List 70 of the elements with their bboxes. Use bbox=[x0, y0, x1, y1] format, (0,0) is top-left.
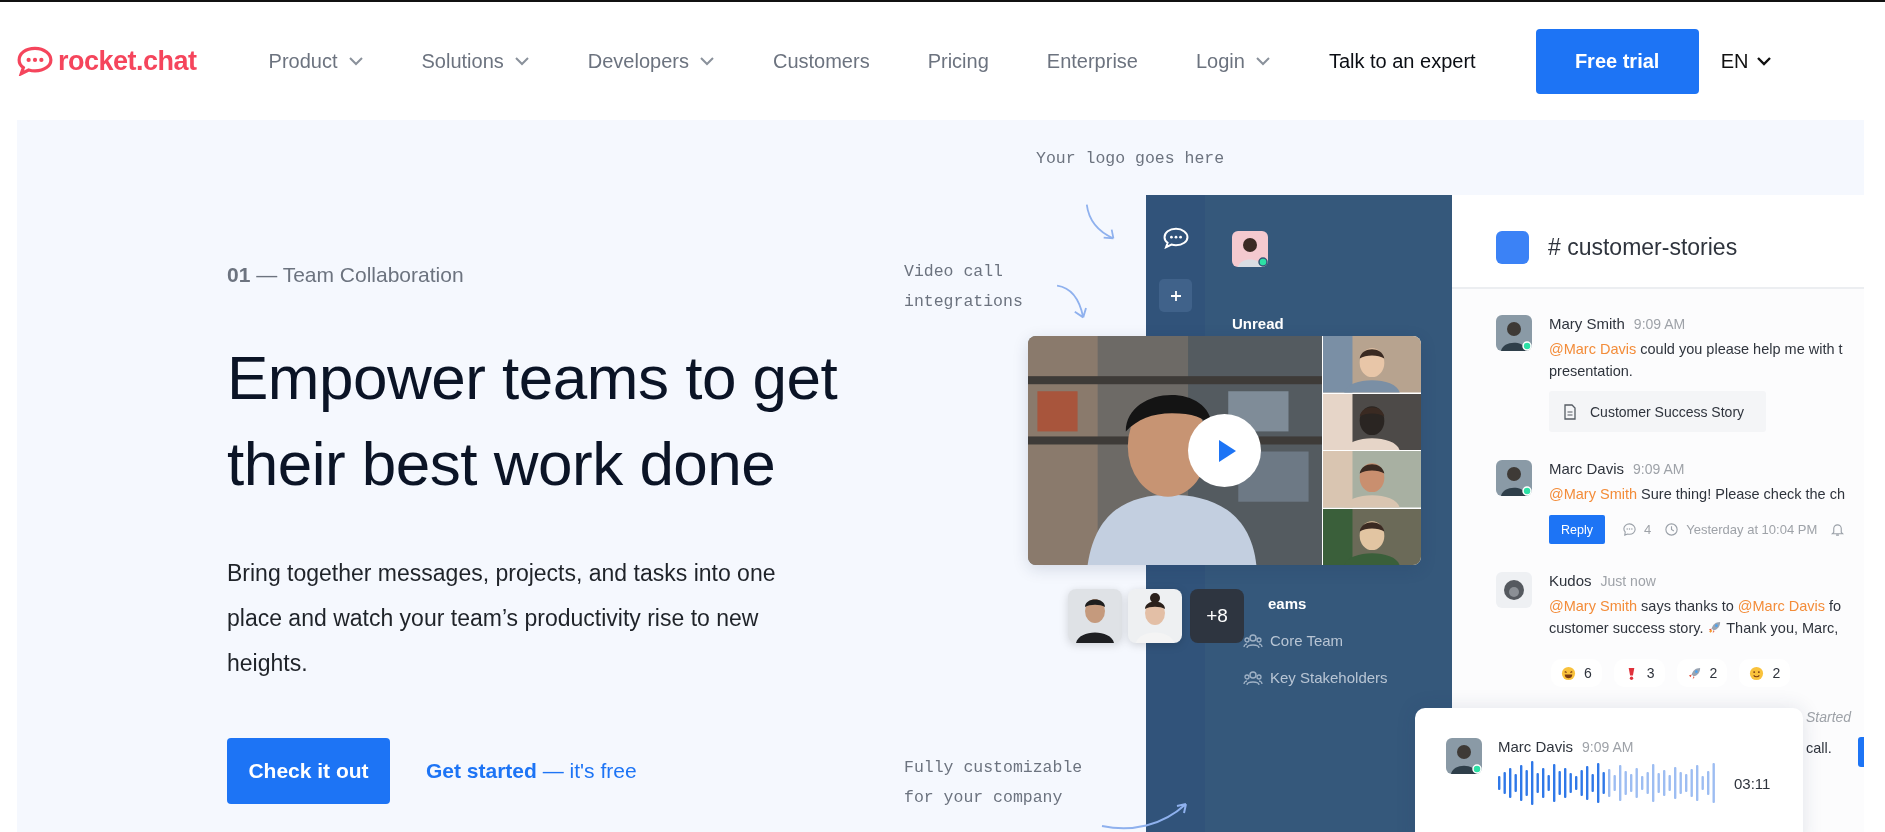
channel-title: # customer-stories bbox=[1548, 233, 1738, 261]
avatar bbox=[1068, 589, 1122, 643]
author-name: Mary Smith bbox=[1549, 315, 1625, 332]
mention-link[interactable]: @Mary Smith bbox=[1549, 598, 1638, 614]
mention-link[interactable]: @Marc Davis bbox=[1549, 341, 1637, 357]
team-icon bbox=[1243, 669, 1263, 686]
hero-heading: Empower teams to get their best work done bbox=[227, 342, 839, 500]
nav-link[interactable]: Developers bbox=[587, 49, 715, 73]
comment-icon bbox=[1621, 522, 1637, 537]
smiling-face-icon bbox=[1749, 665, 1765, 681]
chevron-down-icon bbox=[1254, 56, 1271, 66]
rocket-icon bbox=[1686, 665, 1702, 681]
author-name: Marc Davis bbox=[1498, 738, 1573, 755]
message-text: @Mary Smith says thanks to @Marc Davis fo customer success story. Thank you, Marc, bbox=[1549, 597, 1842, 638]
arrow-icon bbox=[1100, 800, 1190, 830]
message-time: 9:09 AM bbox=[1633, 461, 1685, 477]
laughing-face-icon bbox=[1561, 665, 1576, 681]
chat-bubble-icon bbox=[17, 46, 53, 76]
author-name: Marc Davis bbox=[1549, 460, 1624, 477]
last-reply-time: Yesterday at 10:04 PM bbox=[1686, 522, 1818, 537]
add-button[interactable] bbox=[1159, 279, 1192, 312]
attachment-card[interactable]: Customer Success Story bbox=[1549, 391, 1766, 432]
reply-button[interactable]: Reply bbox=[1549, 515, 1605, 544]
team-icon bbox=[1243, 632, 1263, 649]
message-time: 9:09 AM bbox=[1633, 316, 1686, 332]
team-item[interactable]: Key Stakeholders bbox=[1270, 669, 1388, 686]
nav-link[interactable]: Solutions bbox=[421, 49, 530, 73]
chevron-down-icon bbox=[1756, 56, 1773, 66]
annotation-text: Your logo goes here bbox=[1036, 148, 1225, 170]
channel-avatar bbox=[1496, 230, 1529, 264]
language-selector[interactable]: EN bbox=[1720, 49, 1773, 73]
nav-link[interactable]: Login bbox=[1195, 49, 1271, 73]
free-trial-button[interactable]: Free trial bbox=[1535, 28, 1699, 94]
check-it-out-button[interactable]: Check it out bbox=[227, 738, 390, 804]
chevron-down-icon bbox=[347, 56, 364, 66]
rocket-icon bbox=[1707, 620, 1723, 635]
avatar bbox=[1128, 589, 1182, 643]
message-text: call. bbox=[1806, 740, 1832, 756]
mention-link[interactable]: @Marc Davis bbox=[1737, 598, 1826, 614]
message-text: @Mary Smith Sure thing! Please check the ch bbox=[1549, 485, 1846, 504]
section-heading: Unread bbox=[1232, 315, 1285, 332]
avatar[interactable] bbox=[1232, 231, 1268, 267]
logo-text[interactable]: rocket.chat bbox=[58, 45, 197, 77]
audio-duration: 03:11 bbox=[1734, 774, 1771, 792]
nav-link[interactable]: Pricing bbox=[927, 49, 989, 73]
get-started-link[interactable]: Get started — it's free bbox=[426, 759, 637, 783]
system-message: Started bbox=[1806, 709, 1852, 725]
message-time: Just now bbox=[1600, 573, 1656, 589]
expert-link[interactable]: Talk to an expert bbox=[1328, 49, 1476, 73]
reply-count: 4 bbox=[1643, 522, 1652, 537]
nav-link[interactable]: Product bbox=[268, 49, 364, 73]
chat-bubble-icon bbox=[1162, 227, 1189, 249]
mention-link[interactable]: @Mary Smith bbox=[1549, 486, 1638, 502]
nav-link[interactable]: Customers bbox=[772, 49, 870, 73]
nav-link[interactable]: Enterprise bbox=[1046, 49, 1138, 73]
document-icon bbox=[1563, 403, 1577, 420]
team-item[interactable]: Core Team bbox=[1270, 632, 1344, 649]
author-name: Kudos bbox=[1549, 572, 1592, 589]
section-heading: eams bbox=[1268, 595, 1308, 612]
chevron-down-icon bbox=[513, 56, 530, 66]
message-text: @Marc Davis could you please help me with t presentation. bbox=[1549, 340, 1843, 381]
message-time: 9:09 AM bbox=[1582, 739, 1634, 755]
attachment-name: Customer Success Story bbox=[1590, 403, 1745, 420]
more-participants-count: +8 bbox=[1190, 589, 1244, 643]
plus-icon bbox=[1169, 289, 1182, 302]
annotation-text: Video call integrations bbox=[904, 261, 1024, 313]
annotation-text: Fully customizable for your company bbox=[904, 757, 1084, 809]
hero-description: Bring together messages, projects, and tasks into one place and watch your team’s productivity rise to new heights. bbox=[227, 559, 777, 678]
chevron-down-icon bbox=[698, 56, 715, 66]
clock-icon bbox=[1664, 522, 1680, 537]
